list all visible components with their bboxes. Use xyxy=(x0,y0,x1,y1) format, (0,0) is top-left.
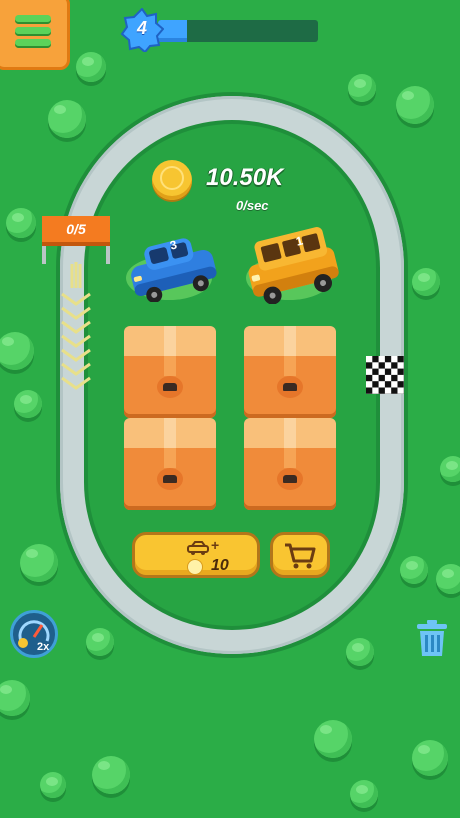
tree xyxy=(48,100,86,138)
level-badge: 4 xyxy=(120,7,165,54)
tree xyxy=(14,390,42,418)
shopping-cart-icon xyxy=(285,543,316,569)
tree xyxy=(92,756,130,794)
shop-button[interactable] xyxy=(270,532,330,578)
tree xyxy=(346,638,374,666)
car-box-slot[interactable] xyxy=(244,326,336,418)
menu-button[interactable] xyxy=(0,0,70,70)
tree xyxy=(348,74,376,102)
plus-sign: + xyxy=(211,537,220,553)
car-slot-1[interactable]: 3 xyxy=(122,232,220,303)
coin-icon xyxy=(152,160,192,200)
car-silhouette-icon xyxy=(277,468,303,490)
tree xyxy=(40,772,66,798)
car-silhouette-icon xyxy=(157,376,183,398)
speed-multiplier: 2x xyxy=(37,641,50,653)
car-silhouette-icon xyxy=(277,376,303,398)
tree xyxy=(400,556,428,584)
level-progress-bar xyxy=(158,20,318,42)
buy-car-price: 10 xyxy=(211,557,229,574)
trash-button[interactable] xyxy=(414,618,450,658)
income-rate: 0/sec xyxy=(236,198,269,213)
car-box-slot[interactable] xyxy=(124,326,216,418)
tree xyxy=(440,456,460,482)
lap-counter-banner: 0/5 xyxy=(42,216,110,246)
tree xyxy=(76,52,106,82)
tree xyxy=(412,268,440,296)
car-silhouette-icon xyxy=(157,468,183,490)
tree xyxy=(0,332,34,370)
orange-suv-icon xyxy=(248,227,339,305)
tree xyxy=(6,208,36,238)
tree xyxy=(20,544,58,582)
coin-icon xyxy=(187,559,203,575)
trash-can-icon xyxy=(417,620,447,656)
tree xyxy=(412,740,448,776)
level-number: 4 xyxy=(136,18,147,38)
tree xyxy=(350,780,378,808)
tree xyxy=(86,628,114,656)
car-box-slot[interactable] xyxy=(124,418,216,510)
start-lane-arrows xyxy=(58,262,94,392)
tree xyxy=(396,86,434,124)
car-box-slot[interactable] xyxy=(244,418,336,510)
buy-car-button[interactable]: + 10 xyxy=(132,532,260,578)
money-amount: 10.50K xyxy=(206,164,284,191)
finish-line-flag xyxy=(366,356,404,394)
speed-boost-button[interactable]: 2x xyxy=(10,610,58,658)
tree xyxy=(0,680,30,716)
tree xyxy=(314,720,352,758)
car-outline-icon xyxy=(187,541,209,558)
car-slot-2[interactable]: 1 xyxy=(242,226,342,305)
tree xyxy=(436,564,460,594)
